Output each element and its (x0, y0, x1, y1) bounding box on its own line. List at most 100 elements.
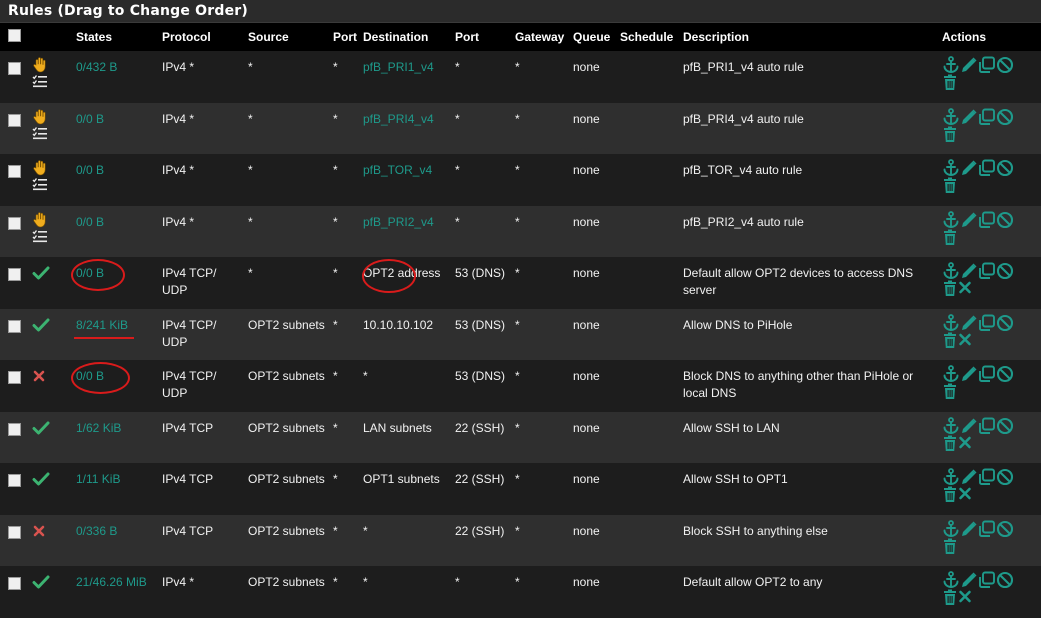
edit-pencil-icon[interactable] (960, 212, 978, 227)
edit-pencil-icon[interactable] (960, 160, 978, 175)
row-select-checkbox[interactable] (8, 371, 21, 384)
row-select-checkbox[interactable] (8, 113, 21, 127)
table-row[interactable]: 0/432 B IPv4 * * * pfB_PRI1_v4 * * none pfB_PRI1… (0, 51, 1041, 103)
header-protocol[interactable]: Protocol (158, 23, 244, 51)
table-row[interactable]: 0/0 B IPv4 TCP/ UDP OPT2 subnets * * 53 (DNS)… (0, 360, 1041, 412)
pass-check-icon[interactable] (32, 318, 68, 332)
reset-states-icon[interactable] (958, 281, 972, 295)
anchor-icon[interactable] (942, 159, 960, 176)
disable-icon[interactable] (996, 571, 1014, 589)
rule-destination[interactable]: pfB_PRI1_v4 (359, 51, 451, 103)
anchor-icon[interactable] (942, 107, 960, 125)
disable-icon[interactable] (996, 468, 1014, 486)
header-destination[interactable]: Destination (359, 23, 451, 51)
rule-destination[interactable]: pfB_TOR_v4 (359, 154, 451, 206)
copy-icon[interactable] (978, 520, 996, 537)
anchor-icon[interactable] (942, 210, 960, 228)
rule-states[interactable]: 0/432 B (72, 51, 158, 103)
edit-pencil-icon[interactable] (960, 366, 978, 381)
anchor-icon[interactable] (942, 519, 960, 537)
rule-states[interactable]: 0/0 B (72, 257, 158, 309)
edit-pencil-icon[interactable] (960, 315, 978, 330)
trash-icon[interactable] (942, 229, 958, 245)
header-source-port[interactable]: Port (329, 23, 359, 51)
pass-check-icon[interactable] (32, 421, 68, 435)
anchor-icon[interactable] (942, 468, 960, 485)
rule-states[interactable]: 0/0 B (72, 154, 158, 206)
trash-icon[interactable] (942, 435, 958, 451)
row-select-checkbox[interactable] (8, 165, 21, 178)
pass-check-icon[interactable] (32, 266, 68, 280)
copy-icon[interactable] (978, 159, 996, 176)
disable-icon[interactable] (996, 56, 1014, 74)
trash-icon[interactable] (942, 280, 958, 296)
trash-icon[interactable] (942, 383, 958, 399)
table-row[interactable]: 1/62 KiB IPv4 TCP OPT2 subnets * LAN subnets… (0, 411, 1041, 464)
reset-states-icon[interactable] (958, 487, 972, 501)
row-select-checkbox[interactable] (8, 577, 21, 590)
table-row[interactable]: 1/11 KiB IPv4 TCP OPT2 subnets * OPT1 subnet… (0, 463, 1041, 515)
copy-icon[interactable] (978, 365, 996, 382)
header-destination-port[interactable]: Port (451, 23, 511, 51)
row-select-checkbox[interactable] (8, 474, 21, 487)
header-source[interactable]: Source (244, 23, 329, 51)
table-row[interactable]: 0/0 B IPv4 TCP/ UDP * * OPT2 address 53 (DNS)… (0, 257, 1041, 309)
row-select-checkbox[interactable] (8, 422, 21, 436)
copy-icon[interactable] (978, 571, 996, 588)
table-row[interactable]: 21/46.26 MiB IPv4 * OPT2 subnets * * * * none De… (0, 566, 1041, 618)
trash-icon[interactable] (942, 74, 958, 90)
table-row[interactable]: 0/0 B IPv4 * * * pfB_PRI2_v4 * * none pfB_PRI2_v… (0, 205, 1041, 258)
copy-icon[interactable] (978, 211, 996, 228)
row-select-checkbox[interactable] (8, 62, 21, 75)
edit-pencil-icon[interactable] (960, 572, 978, 587)
rule-states[interactable]: 0/0 B (72, 103, 158, 155)
copy-icon[interactable] (978, 314, 996, 331)
header-states[interactable]: States (72, 23, 158, 51)
copy-icon[interactable] (978, 417, 996, 434)
disable-icon[interactable] (996, 159, 1014, 177)
header-schedule[interactable]: Schedule (616, 23, 679, 51)
header-description[interactable]: Description (679, 23, 938, 51)
rule-states[interactable]: 0/0 B (72, 206, 158, 258)
table-row[interactable]: 0/0 B IPv4 * * * pfB_PRI4_v4 * * none pfB_PRI4_v… (0, 102, 1041, 155)
table-row[interactable]: 0/0 B IPv4 * * * pfB_TOR_v4 * * none pfB_TOR_v4 … (0, 154, 1041, 206)
trash-icon[interactable] (942, 126, 958, 142)
copy-icon[interactable] (978, 262, 996, 279)
table-row[interactable]: 8/241 KiB IPv4 TCP/ UDP OPT2 subnets * 10.10… (0, 308, 1041, 361)
trash-icon[interactable] (942, 486, 958, 502)
rule-states[interactable]: 8/241 KiB (72, 309, 158, 361)
rule-states[interactable]: 1/62 KiB (72, 412, 158, 464)
disable-icon[interactable] (996, 262, 1014, 280)
row-select-checkbox[interactable] (8, 319, 21, 333)
anchor-icon[interactable] (942, 262, 960, 279)
disable-icon[interactable] (996, 365, 1014, 383)
table-row[interactable]: 0/336 B IPv4 TCP OPT2 subnets * * 22 (SSH) * no… (0, 514, 1041, 567)
select-all-checkbox[interactable] (8, 29, 21, 42)
trash-icon[interactable] (942, 589, 958, 605)
anchor-icon[interactable] (942, 365, 960, 382)
disable-icon[interactable] (996, 520, 1014, 537)
anchor-icon[interactable] (942, 313, 960, 331)
disable-icon[interactable] (996, 417, 1014, 434)
edit-pencil-icon[interactable] (960, 57, 978, 72)
row-select-checkbox[interactable] (8, 268, 21, 281)
rule-destination[interactable]: pfB_PRI4_v4 (359, 103, 451, 155)
rule-destination[interactable]: pfB_PRI2_v4 (359, 206, 451, 258)
block-x-icon[interactable] (32, 524, 68, 538)
anchor-icon[interactable] (942, 416, 960, 434)
rule-states[interactable]: 21/46.26 MiB (72, 566, 158, 618)
header-gateway[interactable]: Gateway (511, 23, 569, 51)
disable-icon[interactable] (996, 108, 1014, 125)
block-x-icon[interactable] (32, 369, 68, 383)
anchor-icon[interactable] (942, 56, 960, 73)
trash-icon[interactable] (942, 538, 958, 554)
edit-pencil-icon[interactable] (960, 109, 978, 124)
reset-states-icon[interactable] (958, 590, 972, 604)
rule-states[interactable]: 0/336 B (72, 515, 158, 567)
edit-pencil-icon[interactable] (960, 521, 978, 536)
edit-pencil-icon[interactable] (960, 418, 978, 433)
copy-icon[interactable] (978, 468, 996, 485)
pass-check-icon[interactable] (32, 575, 68, 589)
trash-icon[interactable] (942, 332, 958, 348)
reset-states-icon[interactable] (958, 436, 972, 450)
